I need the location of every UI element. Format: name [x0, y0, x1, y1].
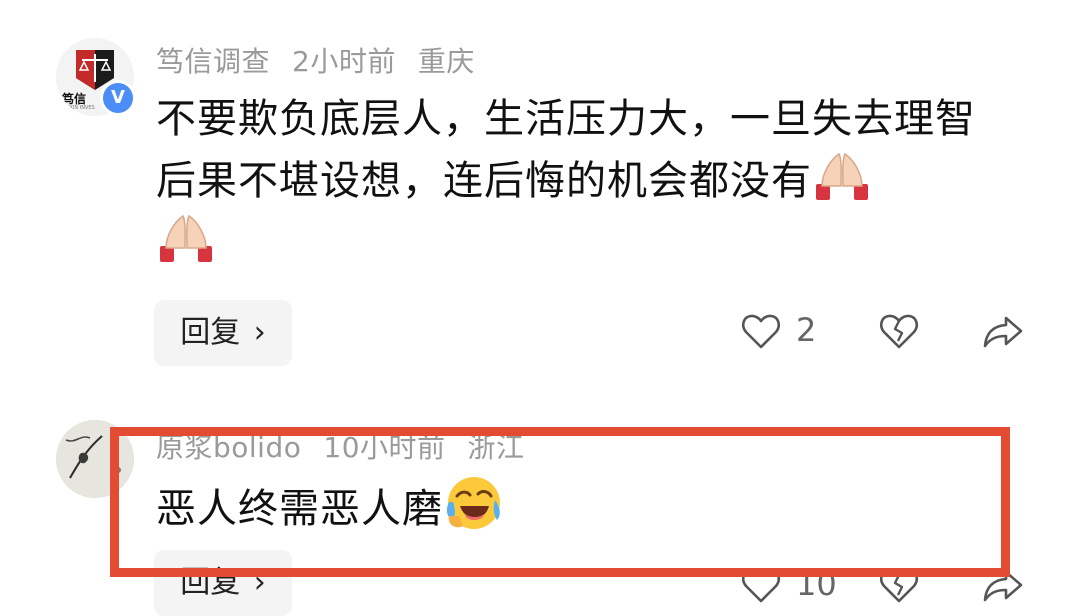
highlight-annotation-box [110, 427, 1010, 577]
avatar-sublabel: DUXIN INVES [62, 105, 95, 111]
comment-item: 笃信 DUXIN INVES V 笃信调查 2小时前 重庆 不要欺负底层人，生活压力… [0, 0, 1080, 400]
location: 重庆 [417, 45, 475, 78]
reply-button[interactable]: 回复 › [154, 300, 292, 366]
username[interactable]: 笃信调查 [156, 45, 270, 78]
verified-badge-icon: V [100, 80, 136, 116]
heart-icon[interactable] [740, 310, 782, 352]
comment-meta: 笃信调查 2小时前 重庆 [156, 40, 497, 80]
broken-heart-icon[interactable] [878, 310, 920, 352]
reply-label: 回复 [180, 315, 241, 350]
share-icon[interactable] [982, 310, 1024, 352]
like-count: 2 [796, 311, 817, 349]
timestamp: 2小时前 [292, 45, 396, 78]
comment-text: 不要欺负底层人，生活压力大，一旦失去理智后果不堪设想，连后悔的机会都没有 [156, 88, 1016, 274]
folded-hands-emoji-icon [816, 152, 868, 200]
folded-hands-emoji-icon [160, 214, 212, 262]
chevron-right-icon: › [253, 315, 266, 350]
